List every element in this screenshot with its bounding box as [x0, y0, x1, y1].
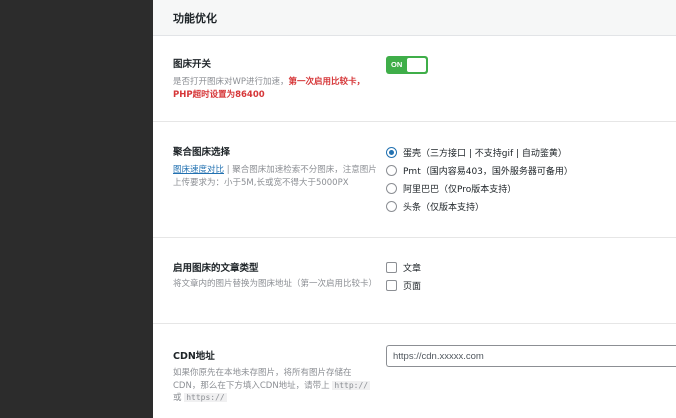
image-host-switch-desc-text: 是否打开图床对WP进行加速， — [173, 77, 289, 87]
cdn-code-http: http:// — [332, 380, 371, 390]
radio-button[interactable] — [386, 164, 397, 176]
radio-option-toutiao[interactable]: 头条（仅版本支持） — [386, 199, 484, 213]
image-host-toggle[interactable]: ON — [386, 56, 428, 74]
radio-button[interactable] — [386, 182, 397, 194]
setting-row-post-types: 启用图床的文章类型 将文章内的图片替换为图床地址（第一次启用比较卡） 文章 页面 — [153, 238, 676, 324]
cdn-desc-text: 如果你原先在本地未存图片，将所有图片存储在CDN，那么在下方填入CDN地址，请带… — [173, 368, 352, 391]
toggle-on-text: ON — [391, 60, 403, 69]
setting-row-image-host-switch: 图床开关 是否打开图床对WP进行加速，第一次启用比较卡，PHP超时设置为8640… — [153, 36, 676, 122]
cdn-code-https: https:// — [184, 393, 227, 402]
radio-button[interactable] — [386, 200, 397, 212]
radio-button[interactable] — [386, 146, 397, 158]
radio-option-pmt[interactable]: Pmt（国内容易403，国外服务器可备用） — [386, 163, 573, 177]
setting-row-aggregate-host: 聚合图床选择 图床速度对比 | 聚合图床加速检索不分图床，注意图片上传要求为：小… — [153, 122, 676, 238]
checkbox-label: 页面 — [403, 281, 422, 292]
cdn-label: CDN地址 — [173, 351, 215, 362]
checkbox[interactable] — [386, 261, 397, 273]
radio-option-alibaba[interactable]: 阿里巴巴（仅Pro版本支持） — [386, 181, 516, 195]
radio-option-danke[interactable]: 蛋壳（三方接口 | 不支持gif | 自动鉴黄） — [386, 145, 567, 159]
cdn-or-text: 或 — [173, 393, 185, 403]
checkbox-option-page[interactable]: 页面 — [386, 278, 421, 292]
checkbox-label: 文章 — [403, 263, 422, 274]
aggregate-host-description: 图床速度对比 | 聚合图床加速检索不分图床，注意图片上传要求为：小于5M,长或宽… — [173, 164, 378, 189]
radio-option-label: 阿里巴巴（仅Pro版本支持） — [403, 184, 517, 195]
admin-sidebar — [0, 0, 153, 418]
image-host-switch-description: 是否打开图床对WP进行加速，第一次启用比较卡，PHP超时设置为86400 — [173, 76, 378, 101]
image-host-switch-label: 图床开关 — [173, 59, 212, 70]
speed-compare-link[interactable]: 图床速度对比 — [173, 165, 224, 175]
radio-option-label: 蛋壳（三方接口 | 不支持gif | 自动鉴黄） — [403, 148, 567, 159]
radio-option-label: Pmt（国内容易403，国外服务器可备用） — [403, 166, 573, 177]
radio-option-label: 头条（仅版本支持） — [403, 202, 485, 213]
section-title: 功能优化 — [153, 0, 676, 36]
checkbox[interactable] — [386, 279, 397, 291]
post-types-description: 将文章内的图片替换为图床地址（第一次启用比较卡） — [173, 279, 378, 289]
checkbox-option-post[interactable]: 文章 — [386, 260, 421, 274]
toggle-knob — [407, 58, 426, 72]
settings-panel: 功能优化 图床开关 是否打开图床对WP进行加速，第一次启用比较卡，PHP超时设置… — [153, 0, 676, 418]
post-types-label: 启用图床的文章类型 — [173, 263, 259, 274]
aggregate-host-label: 聚合图床选择 — [173, 147, 231, 158]
cdn-description: 如果你原先在本地未存图片，将所有图片存储在CDN，那么在下方填入CDN地址，请带… — [173, 367, 378, 405]
setting-row-cdn: CDN地址 如果你原先在本地未存图片，将所有图片存储在CDN，那么在下方填入CD… — [153, 324, 676, 418]
cdn-url-input[interactable] — [386, 345, 676, 367]
